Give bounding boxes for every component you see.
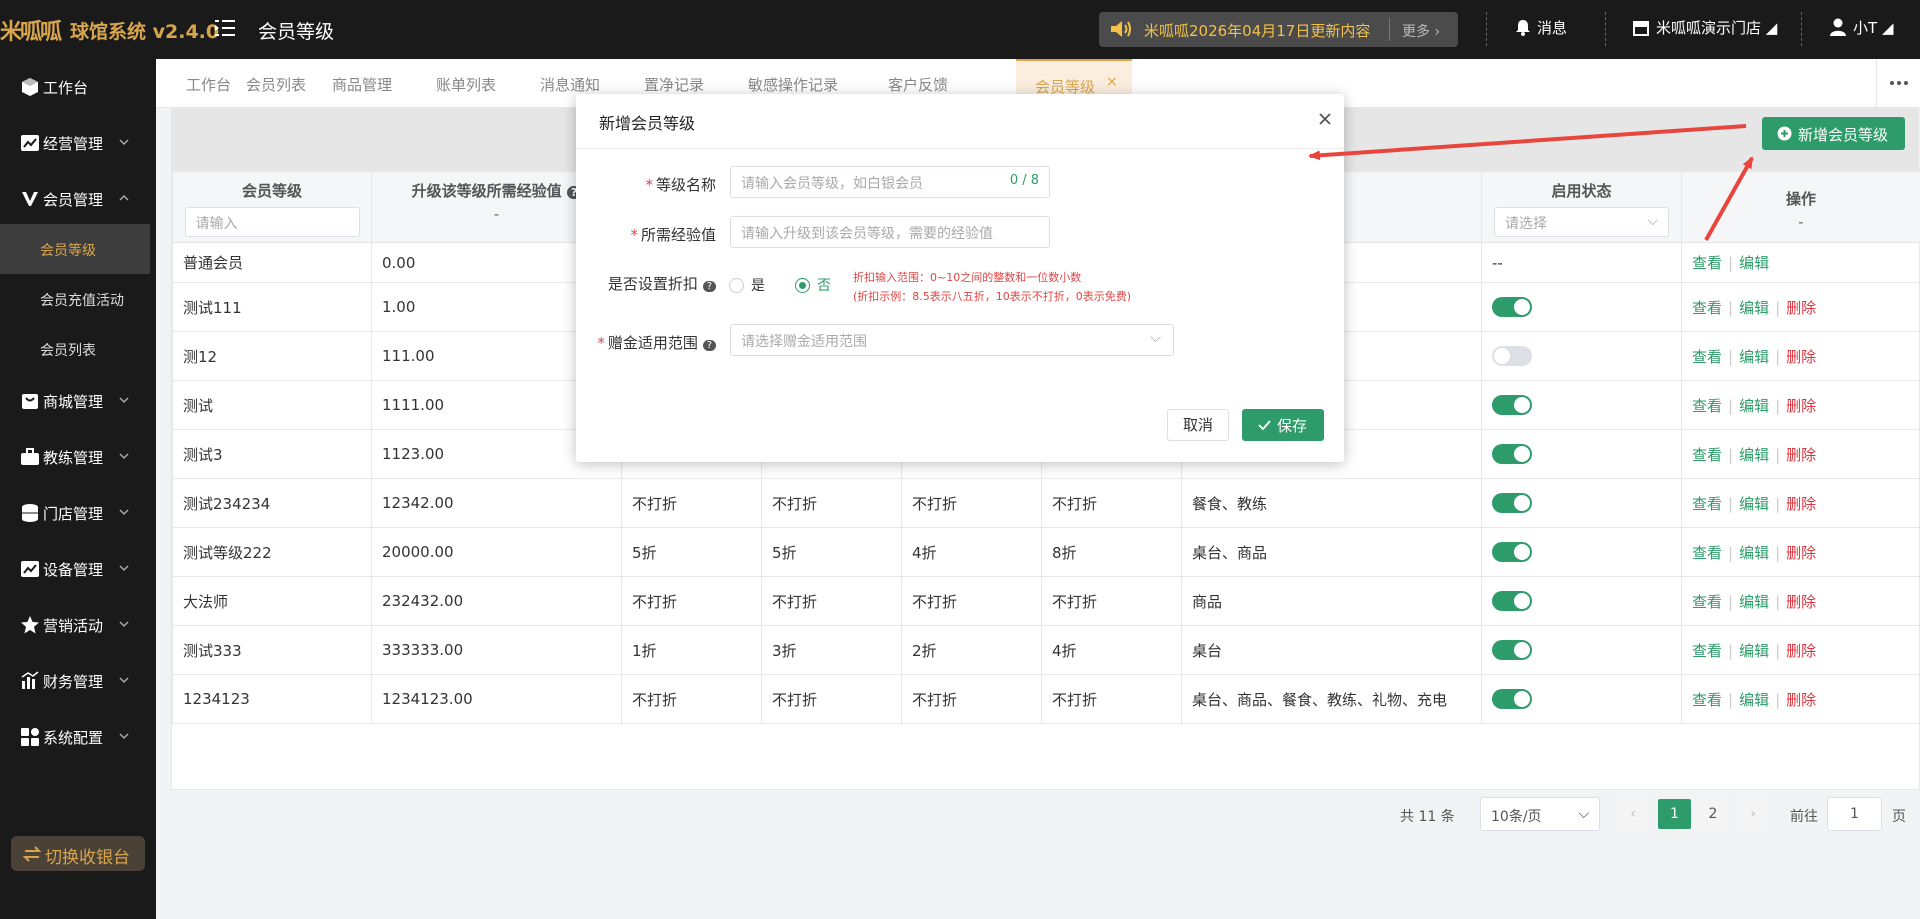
divider (1605, 12, 1606, 46)
discount-no-label[interactable]: 否 (817, 275, 831, 295)
discount-yes-radio[interactable] (729, 278, 744, 293)
discount-radio-group: 是 否 (729, 278, 839, 298)
discount-no-radio[interactable] (795, 278, 810, 293)
cancel-button[interactable]: 取消 (1167, 409, 1229, 441)
exp-input[interactable]: 请输入升级到该会员等级，需要的经验值 (730, 216, 1050, 248)
bell-icon (1516, 20, 1530, 36)
help-icon[interactable]: ? (702, 340, 716, 351)
page-title: 会员等级 (258, 21, 335, 43)
divider (576, 148, 1344, 149)
char-counter: 0 / 8 (1009, 173, 1039, 188)
scope-label: * 赠金适用范围 ? (597, 332, 716, 353)
discount-hint: 折扣输入范围：0~10之间的整数和一位数小数 (853, 271, 1082, 284)
scope-select[interactable]: 请选择赠金适用范围 ⌵ (730, 324, 1174, 356)
speaker-icon (1111, 21, 1131, 37)
messages-button[interactable]: 消息 (1515, 17, 1567, 38)
logo: 米呱呱 (0, 20, 62, 44)
menu-collapse-icon[interactable] (214, 17, 236, 39)
discount-yes-label[interactable]: 是 (751, 275, 765, 295)
user-icon (1830, 18, 1846, 36)
divider (1801, 12, 1802, 46)
store-icon (1633, 21, 1649, 36)
divider (1389, 18, 1390, 41)
notice-bar[interactable]: 米呱呱2026年04月17日更新内容 更多 › (1099, 12, 1458, 47)
store-selector[interactable]: 米呱呱演示门店 ◢ (1632, 17, 1777, 38)
app-title: 球馆系统 v2.4.0 (70, 21, 220, 43)
discount-label: 是否设置折扣 ? (608, 273, 716, 294)
level-name-label: * 等级名称 (645, 176, 716, 194)
check-icon (1258, 420, 1271, 431)
save-button[interactable]: 保存 (1242, 409, 1324, 441)
user-menu[interactable]: 小T ◢ (1829, 17, 1893, 38)
add-member-level-dialog: 新增会员等级 * 等级名称 请输入会员等级，如白银会员 0 / 8 * 所需经验值 … (576, 94, 1344, 462)
exp-label: * 所需经验值 (630, 226, 716, 244)
help-icon[interactable]: ? (702, 281, 716, 292)
dialog-title: 新增会员等级 (599, 114, 696, 133)
discount-example: (折扣示例：8.5表示八五折，10表示不打折，0表示免费) (853, 290, 1132, 303)
level-name-input[interactable]: 请输入会员等级，如白银会员 0 / 8 (730, 166, 1050, 198)
top-header: 米呱呱 球馆系统 v2.4.0 会员等级 米呱呱2026年04月17日更新内容 … (0, 0, 1920, 59)
chevron-down-icon: ⌵ (1150, 330, 1161, 346)
divider (1486, 12, 1487, 46)
notice-text[interactable]: 米呱呱2026年04月17日更新内容 (1144, 20, 1370, 41)
notice-more-link[interactable]: 更多 › (1402, 21, 1440, 41)
close-icon[interactable] (1318, 112, 1332, 126)
